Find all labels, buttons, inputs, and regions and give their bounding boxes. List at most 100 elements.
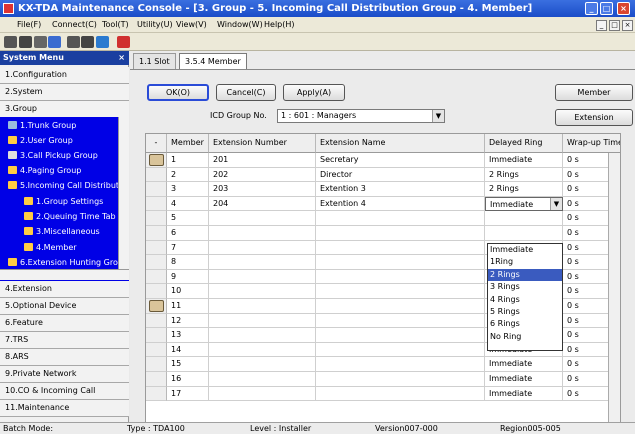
member-cell[interactable]: 17 [167, 386, 209, 402]
member-cell[interactable]: 15 [167, 357, 209, 372]
member-cell[interactable]: 5 [167, 211, 209, 226]
header-extension-name[interactable]: Extension Name [316, 134, 485, 153]
table-row[interactable]: 17 Immediate 0 s [146, 386, 620, 402]
menu-help[interactable]: Help(H) [264, 20, 295, 29]
extension-number-cell[interactable] [209, 211, 316, 226]
chevron-down-icon[interactable]: ▼ [550, 197, 562, 210]
delayed-ring-cell[interactable]: 2 Rings [485, 167, 563, 183]
extension-name-cell[interactable] [316, 211, 485, 226]
option-6-rings[interactable]: 6 Rings [488, 318, 562, 330]
extension-name-cell[interactable] [316, 328, 485, 343]
table-row[interactable]: 1 201 Secretary Immediate 0 s [146, 153, 620, 168]
apply-button[interactable]: Apply(A) [283, 84, 345, 101]
row-header[interactable] [146, 269, 167, 285]
connect-icon[interactable] [4, 36, 17, 48]
member-cell[interactable]: 9 [167, 269, 209, 285]
table-row[interactable]: 2 202 Director 2 Rings 0 s [146, 167, 620, 183]
extension-name-cell[interactable]: Director [316, 167, 485, 183]
extension-name-cell[interactable] [316, 284, 485, 299]
row-header[interactable] [146, 386, 167, 402]
extension-number-cell[interactable] [209, 313, 316, 329]
menu-feature[interactable]: 6.Feature [0, 315, 129, 332]
header-wrapup-time[interactable]: Wrap-up Time [563, 134, 620, 153]
menu-connect[interactable]: Connect(C) [52, 20, 97, 29]
row-header[interactable] [146, 357, 167, 372]
minimize-button[interactable]: _ [585, 2, 598, 15]
menu-private-network[interactable]: 9.Private Network [0, 366, 129, 383]
delayed-ring-dropdown[interactable]: Immediate 1Ring 2 Rings 3 Rings 4 Rings … [487, 243, 563, 351]
mdi-restore-button[interactable]: □ [609, 20, 620, 31]
extension-number-cell[interactable] [209, 328, 316, 343]
extension-name-cell[interactable] [316, 269, 485, 285]
delayed-ring-cell[interactable]: Immediate [485, 153, 563, 168]
extension-name-cell[interactable] [316, 357, 485, 372]
tree-item-group-settings[interactable]: 1.Group Settings [24, 196, 103, 208]
print-icon[interactable] [81, 36, 94, 48]
member-cell[interactable]: 8 [167, 255, 209, 270]
cancel-button[interactable]: Cancel(C) [216, 84, 276, 101]
member-cell[interactable]: 2 [167, 167, 209, 183]
tree-item-call-pickup[interactable]: 3.Call Pickup Group [8, 150, 98, 162]
option-5-rings[interactable]: 5 Rings [488, 306, 562, 318]
option-immediate[interactable]: Immediate [488, 244, 562, 256]
menu-ars[interactable]: 8.ARS [0, 349, 129, 366]
icd-group-select[interactable]: 1 : 601 : Managers ▼ [277, 109, 445, 123]
table-row[interactable]: 15 Immediate 0 s [146, 357, 620, 372]
menu-co-incoming-call[interactable]: 10.CO & Incoming Call [0, 383, 129, 400]
menu-extension[interactable]: 4.Extension [0, 281, 129, 298]
member-cell[interactable]: 1 [167, 153, 209, 168]
user-icon[interactable] [96, 36, 109, 48]
member-cell[interactable]: 16 [167, 372, 209, 387]
drag-handle-icon[interactable] [149, 154, 164, 166]
row-header[interactable] [146, 167, 167, 183]
extension-name-cell[interactable] [316, 372, 485, 387]
drag-handle-icon[interactable] [149, 300, 164, 312]
member-button[interactable]: Member [555, 84, 633, 101]
extension-name-cell[interactable] [316, 313, 485, 329]
member-cell[interactable]: 11 [167, 299, 209, 314]
menu-configuration[interactable]: 1.Configuration [0, 67, 129, 84]
row-header[interactable] [146, 313, 167, 329]
tree-item-user-group[interactable]: 2.User Group [8, 135, 73, 147]
extension-number-cell[interactable] [209, 226, 316, 241]
tab-member[interactable]: 3.5.4 Member [179, 53, 247, 70]
member-cell[interactable]: 6 [167, 226, 209, 241]
extension-number-cell[interactable]: 203 [209, 182, 316, 197]
table-row[interactable]: 60 s [146, 226, 620, 241]
tree-item-trunk-group[interactable]: 1.Trunk Group [8, 120, 76, 132]
extension-number-cell[interactable]: 201 [209, 153, 316, 168]
extension-name-cell[interactable] [316, 240, 485, 256]
delayed-ring-cell[interactable]: Immediate [485, 357, 563, 372]
member-cell[interactable]: 12 [167, 313, 209, 329]
menu-view[interactable]: View(V) [176, 20, 207, 29]
delayed-ring-cell[interactable] [485, 226, 563, 241]
table-row[interactable]: 4 204 Extention 4 Immediate ▼ 0 s [146, 196, 620, 212]
extension-number-cell[interactable] [209, 372, 316, 387]
tree-item-extension-hunting[interactable]: 6.Extension Hunting Gro [8, 257, 118, 269]
table-corner[interactable]: - [146, 134, 167, 153]
close-button[interactable]: × [617, 2, 630, 15]
tree-horizontal-scrollbar[interactable] [0, 269, 129, 280]
delayed-ring-cell[interactable] [485, 211, 563, 226]
extension-number-cell[interactable] [209, 284, 316, 299]
extension-number-cell[interactable]: 202 [209, 167, 316, 183]
tree-vertical-scrollbar[interactable] [118, 117, 129, 269]
disconnect-icon[interactable] [19, 36, 32, 48]
tree-item-miscellaneous[interactable]: 3.Miscellaneous [24, 226, 100, 238]
table-row[interactable]: 3 203 Extention 32 Rings 0 s [146, 182, 620, 197]
option-4-rings[interactable]: 4 Rings [488, 294, 562, 306]
tree-item-queuing-time[interactable]: 2.Queuing Time Tab [24, 211, 116, 223]
delayed-ring-cell[interactable]: Immediate [485, 372, 563, 387]
row-header[interactable] [146, 372, 167, 387]
extension-name-cell[interactable] [316, 386, 485, 402]
option-2-rings[interactable]: 2 Rings [488, 268, 562, 282]
row-header[interactable] [146, 328, 167, 343]
mdi-minimize-button[interactable]: _ [596, 20, 607, 31]
member-cell[interactable]: 3 [167, 182, 209, 197]
delayed-ring-cell[interactable]: Immediate [485, 386, 563, 402]
header-delayed-ring[interactable]: Delayed Ring [485, 134, 563, 153]
member-cell[interactable]: 14 [167, 342, 209, 358]
delayed-ring-cell[interactable]: 2 Rings [485, 182, 563, 197]
row-header[interactable] [146, 226, 167, 241]
option-3-rings[interactable]: 3 Rings [488, 281, 562, 293]
